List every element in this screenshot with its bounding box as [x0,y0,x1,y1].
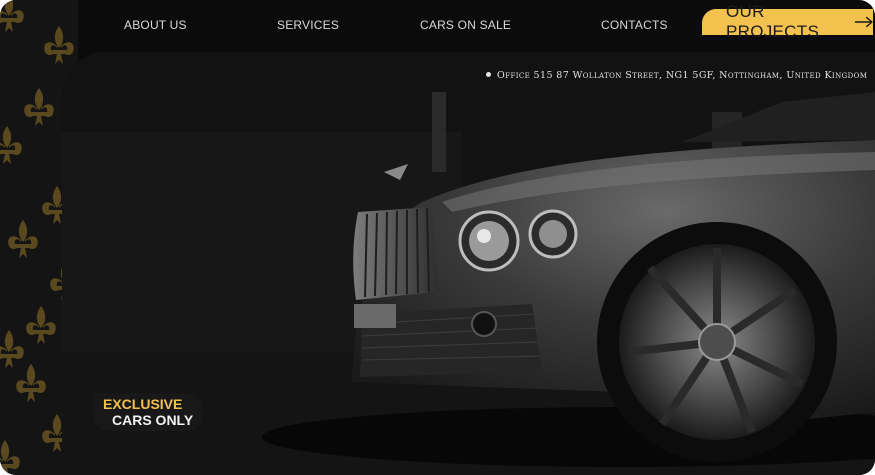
arrow-right-icon [854,16,873,28]
our-projects-button[interactable]: OUR PROJECTS [702,2,873,41]
nav-item-services[interactable]: SERVICES [277,18,339,32]
office-address: Office 515 87 Wollaton Street, NG1 5GF, … [486,70,867,81]
nav-item-cars-on-sale[interactable]: CARS ON SALE [420,18,511,32]
exclusive-badge: EXCLUSIVE CARS ONLY [94,393,202,431]
bullet-dot-icon [486,72,491,77]
top-navigation: ABOUT US SERVICES CARS ON SALE CONTACTS … [0,0,875,52]
our-projects-label: OUR PROJECTS [726,2,820,41]
badge-line-2: CARS ONLY [112,412,194,428]
nav-item-contacts[interactable]: CONTACTS [601,18,668,32]
badge-line-1: EXCLUSIVE [103,396,183,412]
nav-item-about-us[interactable]: ABOUT US [124,18,187,32]
page-frame: ABOUT US SERVICES CARS ON SALE CONTACTS … [0,0,875,475]
address-text: Office 515 87 Wollaton Street, NG1 5GF, … [497,70,868,81]
